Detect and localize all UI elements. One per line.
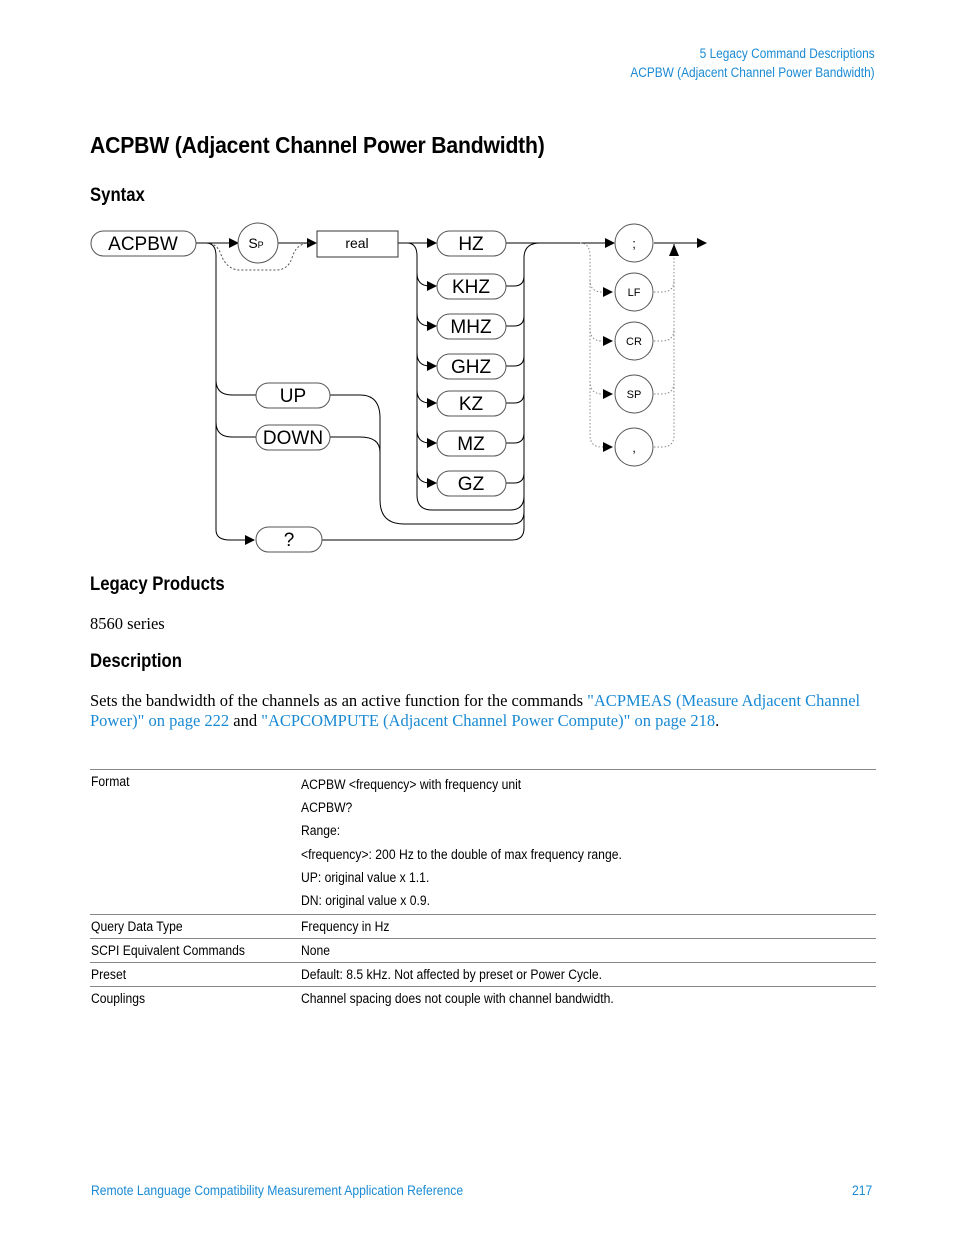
- command-info-table: Format ACPBW <frequency> with frequency …: [90, 769, 876, 1010]
- label-term-comma: ,: [632, 440, 636, 455]
- label-unit-khz: KHZ: [452, 277, 490, 298]
- row-value: DN: original value x 0.9.: [301, 893, 430, 909]
- label-term-lf: LF: [628, 287, 641, 299]
- label-unit-hz: HZ: [458, 234, 484, 255]
- description-text: Sets the bandwidth of the channels as an…: [90, 691, 588, 710]
- syntax-diagram: ACPBW SP real HZ KHZ MHZ GHZ KZ MZ GZ UP…: [90, 222, 707, 553]
- row-value: UP: original value x 1.1.: [301, 869, 430, 885]
- page-number: 217: [852, 1183, 873, 1198]
- label-unit-kz: KZ: [459, 394, 484, 415]
- label-unit-gz: GZ: [458, 474, 485, 495]
- row-key: Couplings: [91, 991, 146, 1007]
- label-query: ?: [284, 530, 295, 551]
- label-term-sp: SP: [627, 389, 642, 401]
- label-term-cr: CR: [626, 336, 642, 348]
- label-up: UP: [280, 386, 306, 407]
- label-unit-ghz: GHZ: [451, 357, 492, 378]
- description-text: .: [715, 711, 720, 730]
- row-key: SCPI Equivalent Commands: [91, 943, 245, 959]
- table-row: Format ACPBW <frequency> with frequency …: [90, 769, 876, 915]
- row-key: Format: [91, 774, 130, 789]
- table-row: SCPI Equivalent Commands None: [90, 939, 876, 963]
- label-space-sub: P: [258, 240, 264, 250]
- row-key: Query Data Type: [91, 919, 183, 935]
- row-key: Preset: [91, 967, 127, 983]
- row-value: None: [301, 943, 331, 959]
- legacy-products-text: 8560 series: [90, 614, 165, 633]
- row-value: <frequency>: 200 Hz to the double of max…: [301, 846, 622, 862]
- label-param: real: [345, 235, 368, 251]
- description-paragraph: Sets the bandwidth of the channels as an…: [90, 691, 880, 731]
- label-unit-mhz: MHZ: [450, 317, 492, 338]
- table-row: Preset Default: 8.5 kHz. Not affected by…: [90, 963, 876, 987]
- label-down: DOWN: [263, 428, 323, 449]
- label-unit-mz: MZ: [457, 434, 485, 455]
- row-value: Default: 8.5 kHz. Not affected by preset…: [301, 967, 602, 983]
- row-value: ACPBW?: [301, 800, 353, 816]
- table-row: Query Data Type Frequency in Hz: [90, 915, 876, 939]
- label-command: ACPBW: [108, 234, 178, 255]
- label-term-semicolon: ;: [632, 236, 636, 251]
- footer-title: Remote Language Compatibility Measuremen…: [91, 1183, 464, 1198]
- table-row: Couplings Channel spacing does not coupl…: [90, 987, 876, 1011]
- description-heading: Description: [90, 651, 182, 672]
- description-text: and: [229, 711, 262, 730]
- legacy-products-heading: Legacy Products: [90, 574, 225, 595]
- row-value: ACPBW <frequency> with frequency unit: [301, 777, 522, 792]
- row-value: Channel spacing does not couple with cha…: [301, 991, 614, 1007]
- row-value: Range:: [301, 823, 341, 839]
- link-acpcompute[interactable]: "ACPCOMPUTE (Adjacent Channel Power Comp…: [261, 711, 715, 730]
- row-value: Frequency in Hz: [301, 919, 390, 935]
- label-space: S: [248, 235, 257, 251]
